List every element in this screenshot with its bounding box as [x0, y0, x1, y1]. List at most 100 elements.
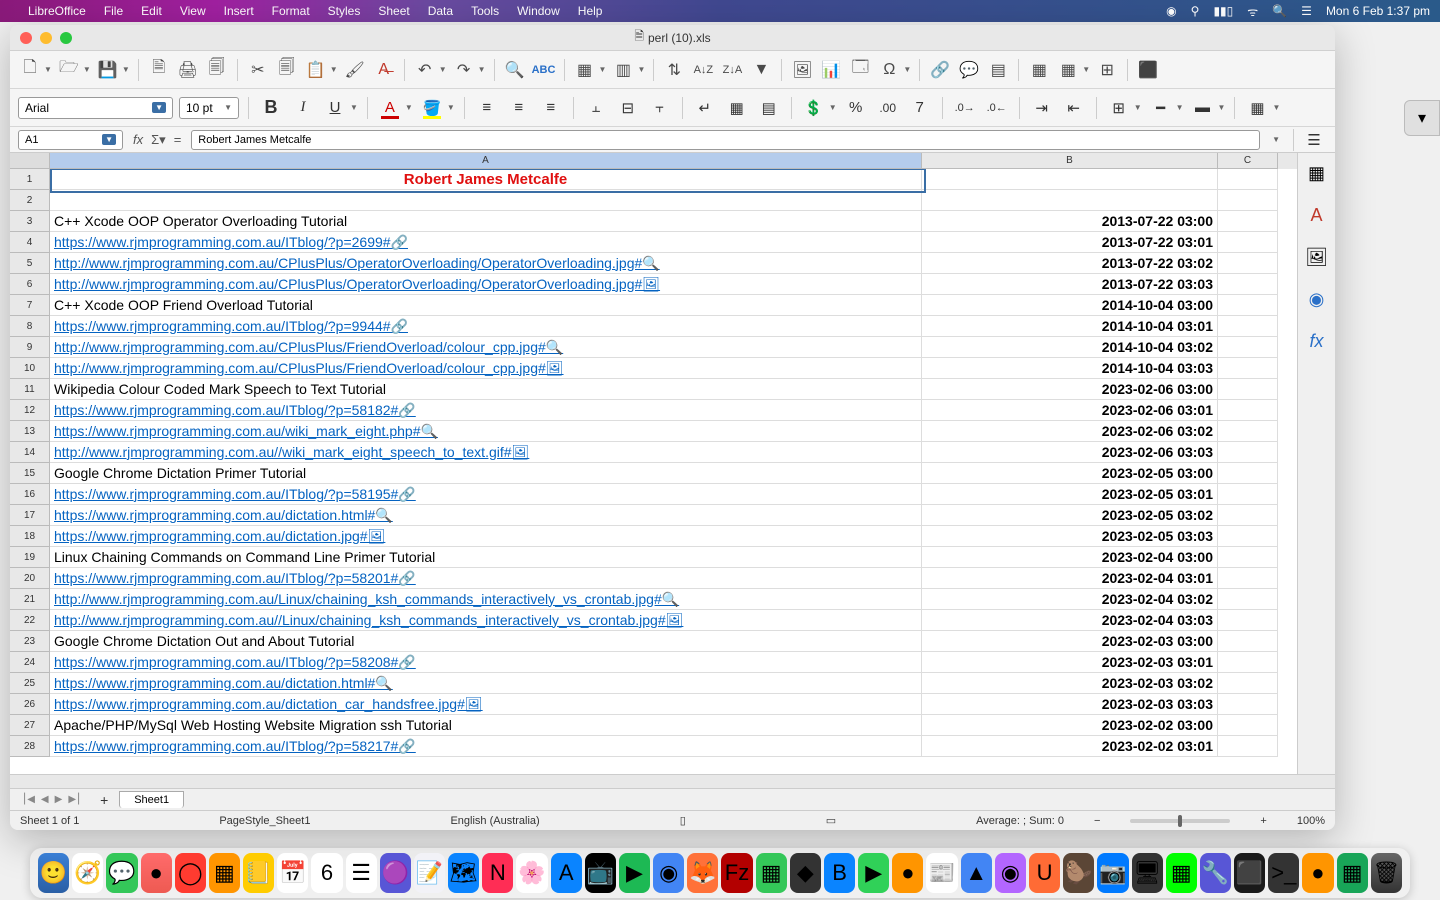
dock-app14[interactable]: U: [1029, 853, 1060, 893]
menu-file[interactable]: File: [104, 4, 123, 18]
cell[interactable]: 2014-10-04 03:02: [922, 337, 1218, 358]
cell[interactable]: 2023-02-05 03:00: [922, 463, 1218, 484]
dock-terminal[interactable]: ⬛: [1234, 853, 1265, 893]
horizontal-scrollbar[interactable]: [10, 774, 1335, 788]
language[interactable]: English (Australia): [450, 815, 539, 827]
sort-asc-az-button[interactable]: A↓Z: [691, 58, 715, 82]
dock-chrome[interactable]: ◉: [653, 853, 684, 893]
cell[interactable]: https://www.rjmprogramming.com.au/dictat…: [50, 526, 922, 547]
cell[interactable]: C++ Xcode OOP Operator Overloading Tutor…: [50, 211, 922, 232]
cell[interactable]: https://www.rjmprogramming.com.au/ITblog…: [50, 484, 922, 505]
insert-chart-button[interactable]: 📊: [819, 58, 843, 82]
dock-calendar2[interactable]: 6: [311, 853, 342, 893]
col-button[interactable]: ▥: [611, 58, 635, 82]
cell-reference-input[interactable]: A1▼: [18, 130, 123, 150]
border-style-button[interactable]: ━: [1148, 95, 1174, 121]
copy-button[interactable]: 🗐: [275, 58, 299, 82]
cell[interactable]: 2023-02-02 03:00: [922, 715, 1218, 736]
prev-sheet-button[interactable]: ◀: [41, 794, 49, 805]
headers-footers-button[interactable]: ▤: [986, 58, 1010, 82]
percent-button[interactable]: %: [843, 95, 869, 121]
dock-tv[interactable]: 📺: [585, 853, 616, 893]
row-header[interactable]: 14: [10, 442, 50, 463]
special-char-button[interactable]: Ω: [877, 58, 901, 82]
dock-app8[interactable]: B: [824, 853, 855, 893]
cell[interactable]: [1218, 463, 1278, 484]
cut-button[interactable]: ✂: [246, 58, 270, 82]
cell[interactable]: 2023-02-04 03:03: [922, 610, 1218, 631]
row-header[interactable]: 25: [10, 673, 50, 694]
print-button[interactable]: 🖨: [176, 58, 200, 82]
italic-button[interactable]: I: [290, 95, 316, 121]
dock-app6[interactable]: ▦: [756, 853, 787, 893]
dock-app17[interactable]: 🖥: [1132, 853, 1163, 893]
underline-button[interactable]: U: [322, 95, 348, 121]
row-header[interactable]: 12: [10, 400, 50, 421]
row-header[interactable]: 19: [10, 547, 50, 568]
cell[interactable]: 2013-07-22 03:01: [922, 232, 1218, 253]
select-all-corner[interactable]: [10, 153, 50, 169]
navigator-icon[interactable]: ◉: [1305, 287, 1329, 311]
remove-decimal-button[interactable]: .0←: [984, 95, 1010, 121]
cell[interactable]: [1218, 274, 1278, 295]
conditional-format-button[interactable]: ▦: [1244, 95, 1270, 121]
tab-sheet1[interactable]: Sheet1: [119, 791, 184, 808]
cell[interactable]: [1218, 736, 1278, 757]
cell[interactable]: [1218, 211, 1278, 232]
print-preview-button[interactable]: 🗐: [205, 58, 229, 82]
dock-reminders[interactable]: ☰: [346, 853, 377, 893]
col-header-b[interactable]: B: [922, 153, 1218, 169]
cell[interactable]: [1218, 442, 1278, 463]
open-button[interactable]: 🗁: [57, 58, 81, 82]
row-header[interactable]: 4: [10, 232, 50, 253]
cell[interactable]: https://www.rjmprogramming.com.au/ITblog…: [50, 400, 922, 421]
cell[interactable]: [1218, 652, 1278, 673]
formula-expand-icon[interactable]: ▼: [1266, 135, 1286, 144]
cell[interactable]: 2014-10-04 03:03: [922, 358, 1218, 379]
cell[interactable]: https://www.rjmprogramming.com.au/dictat…: [50, 694, 922, 715]
dock-app19[interactable]: 🔧: [1200, 853, 1231, 893]
cell[interactable]: https://www.rjmprogramming.com.au/ITblog…: [50, 316, 922, 337]
dock-app16[interactable]: 📷: [1097, 853, 1128, 893]
save-button[interactable]: 💾: [96, 58, 120, 82]
comment-button[interactable]: 💬: [957, 58, 981, 82]
cell[interactable]: Google Chrome Dictation Out and About Tu…: [50, 631, 922, 652]
cell[interactable]: Apache/PHP/MySql Web Hosting Website Mig…: [50, 715, 922, 736]
cell[interactable]: Wikipedia Colour Coded Mark Speech to Te…: [50, 379, 922, 400]
cell[interactable]: [1218, 505, 1278, 526]
cell[interactable]: http://www.rjmprogramming.com.au/CPlusPl…: [50, 274, 922, 295]
cell[interactable]: [1218, 253, 1278, 274]
spreadsheet-grid[interactable]: A B C 1Robert James Metcalfe23C++ Xcode …: [10, 153, 1297, 774]
cell[interactable]: 2023-02-03 03:00: [922, 631, 1218, 652]
menu-view[interactable]: View: [180, 4, 206, 18]
cell[interactable]: 2023-02-02 03:01: [922, 736, 1218, 757]
dock-app7[interactable]: ◆: [790, 853, 821, 893]
dock-trash[interactable]: 🗑: [1371, 853, 1402, 893]
first-sheet-button[interactable]: ⎮◀: [22, 794, 35, 805]
page-style[interactable]: PageStyle_Sheet1: [219, 815, 310, 827]
cell[interactable]: [1218, 190, 1278, 211]
zoom-percent[interactable]: 100%: [1297, 815, 1325, 827]
cell[interactable]: [50, 190, 922, 211]
cell[interactable]: 2023-02-05 03:01: [922, 484, 1218, 505]
menu-help[interactable]: Help: [578, 4, 603, 18]
dock-libreoffice[interactable]: ▦: [1337, 853, 1368, 893]
cell[interactable]: 2023-02-05 03:03: [922, 526, 1218, 547]
gallery-icon[interactable]: 🖼: [1305, 245, 1329, 269]
row-header[interactable]: 24: [10, 652, 50, 673]
function-wizard-icon[interactable]: fx: [133, 132, 143, 148]
row-header[interactable]: 9: [10, 337, 50, 358]
cell[interactable]: [1218, 232, 1278, 253]
dock-news[interactable]: N: [482, 853, 513, 893]
row-header[interactable]: 28: [10, 736, 50, 757]
row-header[interactable]: 2: [10, 190, 50, 211]
spellcheck-button[interactable]: ABC: [532, 58, 556, 82]
clear-format-button[interactable]: A̶: [372, 58, 396, 82]
row-header[interactable]: 8: [10, 316, 50, 337]
cell[interactable]: 2023-02-06 03:02: [922, 421, 1218, 442]
cell[interactable]: 2023-02-06 03:03: [922, 442, 1218, 463]
cell[interactable]: 2013-07-22 03:03: [922, 274, 1218, 295]
cell[interactable]: [1218, 610, 1278, 631]
cell[interactable]: [1218, 295, 1278, 316]
cell[interactable]: [922, 190, 1218, 211]
